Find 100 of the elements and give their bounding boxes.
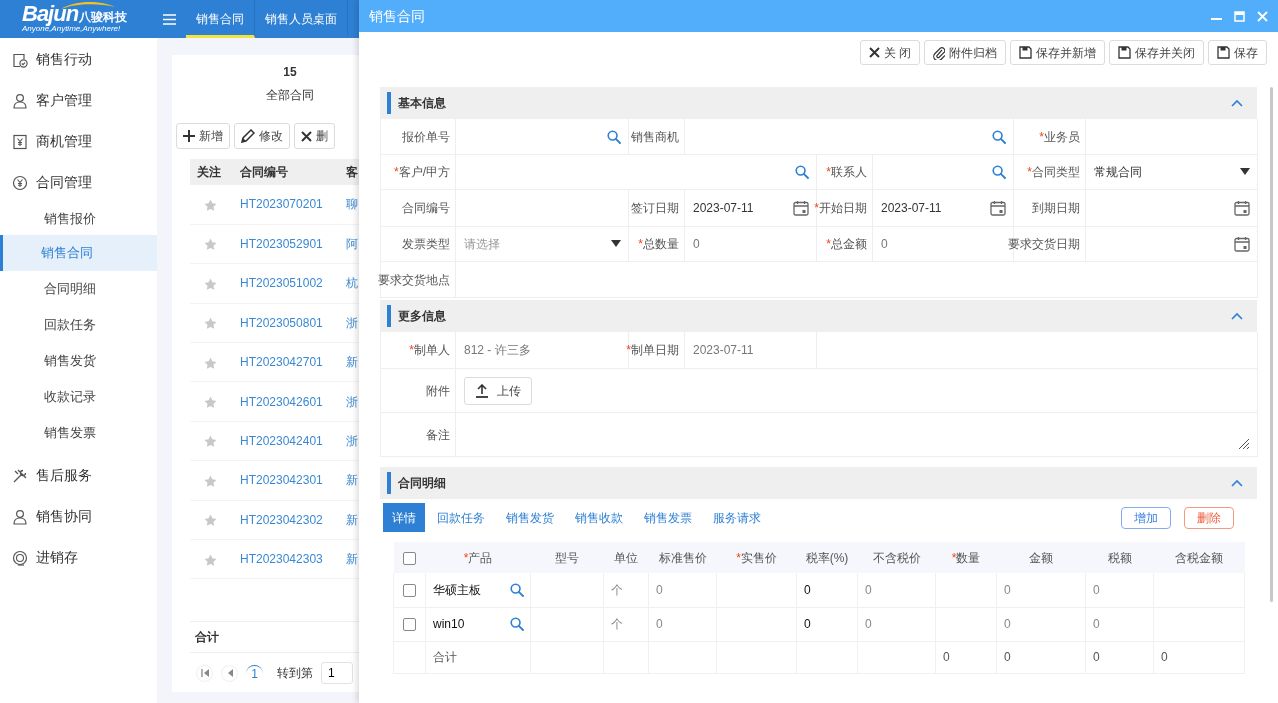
- calendar-icon[interactable]: [1234, 200, 1250, 216]
- customer-link[interactable]: 杭: [346, 276, 358, 291]
- scrollbar[interactable]: [1269, 87, 1273, 602]
- sidebar-item[interactable]: 售后服务: [0, 455, 157, 496]
- calendar-icon[interactable]: [793, 200, 809, 216]
- menu-icon[interactable]: [163, 13, 176, 25]
- chevron-up-icon[interactable]: [1231, 479, 1243, 487]
- search-icon[interactable]: [607, 129, 621, 144]
- toolbar-button[interactable]: 新增: [176, 123, 230, 149]
- select-field[interactable]: 请选择: [456, 227, 629, 262]
- section-header[interactable]: 基本信息: [380, 87, 1257, 119]
- page-input[interactable]: 1: [321, 662, 353, 685]
- customer-link[interactable]: 新: [346, 512, 358, 527]
- sidebar-item[interactable]: 销售协同: [0, 496, 157, 537]
- customer-link[interactable]: 新: [346, 355, 358, 370]
- upload-button[interactable]: 上传: [464, 376, 532, 405]
- contract-link[interactable]: HT2023042601: [240, 394, 323, 409]
- search-field[interactable]: [456, 119, 629, 155]
- star-icon[interactable]: [204, 277, 217, 291]
- detail-tab[interactable]: 详情: [383, 503, 425, 532]
- sidebar-subitem[interactable]: 合同明细: [0, 271, 157, 307]
- first-page-button[interactable]: [196, 664, 213, 682]
- caret-down-icon[interactable]: [1240, 168, 1250, 176]
- star-icon[interactable]: [204, 356, 217, 370]
- star-icon[interactable]: [204, 435, 217, 449]
- star-icon[interactable]: [204, 553, 217, 567]
- toolbar-button[interactable]: 附件归档: [924, 40, 1006, 65]
- detail-tab[interactable]: 销售收款: [566, 503, 632, 532]
- sidebar-subitem[interactable]: 收款记录: [0, 379, 157, 415]
- star-icon[interactable]: [204, 317, 217, 331]
- star-icon[interactable]: [204, 514, 217, 528]
- section-header[interactable]: 合同明细: [380, 467, 1257, 499]
- search-icon[interactable]: [992, 165, 1006, 179]
- checkbox[interactable]: [403, 551, 416, 565]
- search-field[interactable]: [456, 155, 817, 190]
- detail-tab[interactable]: 销售发货: [497, 503, 563, 532]
- sidebar-subitem[interactable]: 销售发票: [0, 415, 157, 451]
- star-icon[interactable]: [204, 474, 217, 488]
- section-header[interactable]: 更多信息: [380, 300, 1257, 332]
- detail-tab[interactable]: 销售发票: [635, 503, 701, 532]
- date-field[interactable]: [1086, 190, 1258, 227]
- date-field[interactable]: 2023-07-11: [873, 190, 1014, 227]
- delete-button[interactable]: 删除: [1184, 506, 1234, 529]
- maximize-icon[interactable]: [1234, 10, 1245, 22]
- star-icon[interactable]: [204, 238, 217, 252]
- contract-link[interactable]: HT2023042303: [240, 552, 323, 567]
- customer-link[interactable]: 新: [346, 473, 358, 488]
- search-field[interactable]: [873, 155, 1014, 190]
- toolbar-button[interactable]: 关 闭: [859, 40, 920, 65]
- search-icon[interactable]: [510, 582, 524, 597]
- sidebar-subitem[interactable]: 销售发货: [0, 343, 157, 379]
- sidebar-item[interactable]: 合同管理: [0, 162, 157, 203]
- detail-tab[interactable]: 回款任务: [428, 503, 494, 532]
- sidebar-subitem[interactable]: 销售报价: [0, 203, 157, 235]
- sidebar-item[interactable]: 销售行动: [0, 39, 157, 80]
- sidebar-subitem[interactable]: 回款任务: [0, 307, 157, 343]
- sidebar-item[interactable]: 进销存: [0, 537, 157, 578]
- contract-link[interactable]: HT2023042401: [240, 434, 323, 449]
- toolbar-button[interactable]: 修改: [234, 123, 290, 149]
- toolbar-button[interactable]: 保存: [1208, 40, 1267, 65]
- search-icon[interactable]: [992, 129, 1006, 144]
- detail-tab[interactable]: 服务请求: [704, 503, 770, 532]
- header-tab[interactable]: 销售合同: [186, 0, 255, 38]
- calendar-icon[interactable]: [1234, 236, 1250, 252]
- sidebar-subitem[interactable]: 销售合同: [0, 235, 157, 271]
- contract-link[interactable]: HT2023042701: [240, 355, 323, 370]
- input-field[interactable]: 0: [685, 227, 817, 262]
- contract-link[interactable]: HT2023050801: [240, 315, 323, 330]
- search-icon[interactable]: [795, 165, 809, 179]
- contract-link[interactable]: HT2023042301: [240, 473, 323, 488]
- sidebar-item[interactable]: 客户管理: [0, 80, 157, 121]
- toolbar-button[interactable]: 保存并关闭: [1109, 40, 1204, 65]
- caret-down-icon[interactable]: [611, 240, 621, 248]
- resize-grip-icon[interactable]: [1238, 438, 1250, 450]
- input-field[interactable]: 2023-07-11: [685, 332, 817, 369]
- date-field[interactable]: [1086, 227, 1258, 262]
- star-icon[interactable]: [204, 395, 217, 409]
- checkbox[interactable]: [403, 618, 416, 632]
- checkbox[interactable]: [403, 584, 416, 598]
- contract-link[interactable]: HT2023051002: [240, 276, 323, 291]
- close-icon[interactable]: [1257, 10, 1268, 22]
- page-number[interactable]: 1: [246, 664, 263, 682]
- add-button[interactable]: 增加: [1121, 506, 1171, 529]
- customer-link[interactable]: 浙: [346, 434, 358, 449]
- customer-link[interactable]: 新: [346, 552, 358, 567]
- customer-link[interactable]: 浙: [346, 394, 358, 409]
- search-icon[interactable]: [510, 617, 524, 631]
- calendar-icon[interactable]: [990, 200, 1006, 216]
- customer-link[interactable]: 浙: [346, 315, 358, 330]
- select-field[interactable]: 常规合同: [1086, 155, 1258, 190]
- contract-link[interactable]: HT2023070201: [240, 197, 323, 212]
- contract-link[interactable]: HT2023042302: [240, 512, 323, 527]
- search-field[interactable]: [685, 119, 1014, 155]
- sidebar-item[interactable]: 商机管理: [0, 121, 157, 162]
- toolbar-button[interactable]: 删: [294, 123, 335, 149]
- header-tab[interactable]: 销售人员桌面: [255, 0, 348, 38]
- previous-page-button[interactable]: [221, 664, 238, 682]
- star-icon[interactable]: [204, 198, 217, 212]
- chevron-up-icon[interactable]: [1231, 99, 1243, 107]
- textarea-field[interactable]: [456, 413, 1258, 457]
